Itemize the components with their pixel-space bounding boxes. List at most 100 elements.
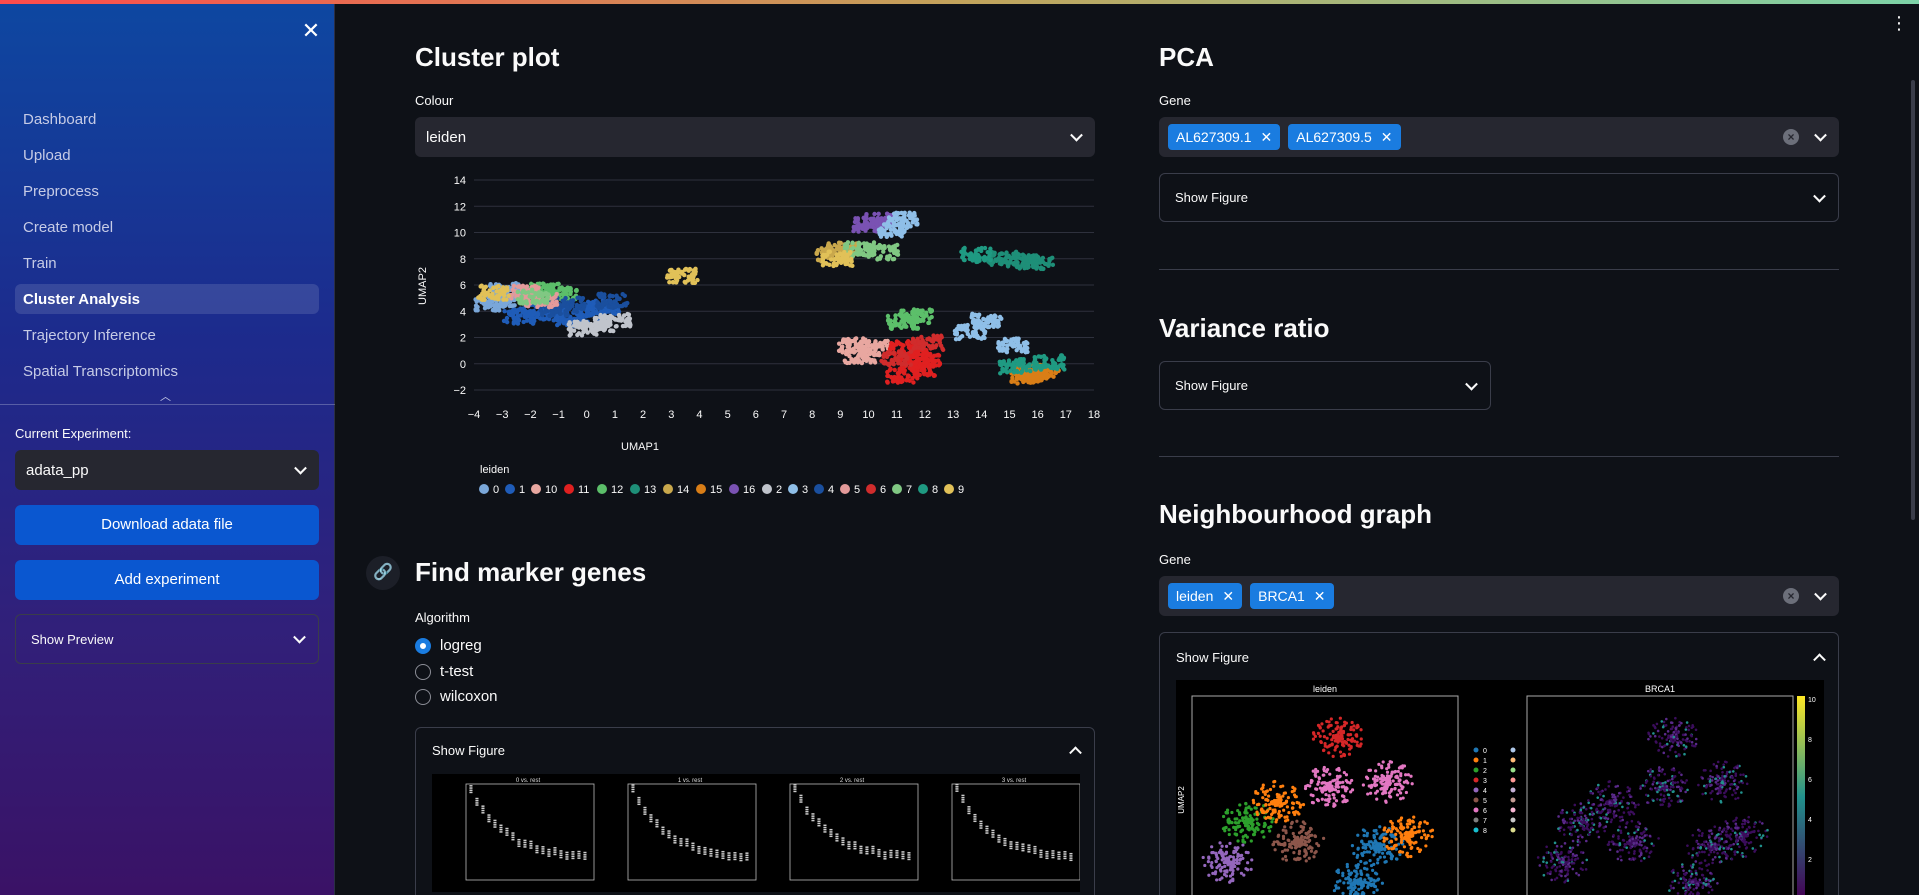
- neigh-point: [1395, 793, 1400, 797]
- data-point: [574, 287, 579, 293]
- neigh-point: [1344, 779, 1348, 783]
- colour-select[interactable]: leiden: [415, 117, 1095, 157]
- neigh-point: [1652, 732, 1655, 735]
- neighbourhood-gene-multiselect[interactable]: leiden ✕ BRCA1 ✕ ×: [1159, 576, 1839, 616]
- sidebar-item-preprocess[interactable]: Preprocess: [15, 176, 319, 206]
- neigh-point: [1382, 828, 1386, 832]
- data-point: [891, 362, 896, 367]
- data-point: [863, 343, 869, 349]
- data-point: [1019, 370, 1024, 375]
- y-tick-label: 4: [460, 306, 466, 318]
- neigh-point: [1370, 784, 1374, 788]
- variance-figure-expander[interactable]: Show Figure: [1159, 361, 1491, 410]
- chip-leiden[interactable]: leiden ✕: [1168, 583, 1243, 609]
- data-point: [996, 323, 1002, 329]
- show-preview-label: Show Preview: [31, 631, 114, 647]
- data-point: [877, 343, 882, 348]
- neigh-point: [1360, 852, 1364, 857]
- neigh-point: [1233, 817, 1237, 821]
- chip-brca1[interactable]: BRCA1 ✕: [1250, 583, 1334, 609]
- legend-label: 11: [578, 484, 589, 496]
- remove-chip-icon[interactable]: ✕: [1222, 588, 1234, 605]
- neigh-point: [1647, 737, 1650, 741]
- find-marker-genes-title: Find marker genes: [415, 557, 647, 587]
- neigh-point: [1674, 716, 1677, 720]
- neigh-point: [1666, 793, 1670, 796]
- sidebar-item-spatial-transcriptomics[interactable]: Spatial Transcriptomics: [15, 356, 319, 386]
- radio-t-test[interactable]: t-test: [415, 663, 473, 680]
- experiment-select[interactable]: adata_pp: [15, 450, 319, 490]
- neigh-point: [1374, 783, 1379, 787]
- sidebar-item-dashboard[interactable]: Dashboard: [15, 104, 319, 134]
- radio-logreg[interactable]: logreg: [415, 637, 482, 654]
- neigh-point: [1301, 820, 1305, 824]
- neigh-point: [1331, 793, 1335, 797]
- neigh-point: [1252, 828, 1257, 833]
- pca-gene-multiselect[interactable]: AL627309.1 ✕ AL627309.5 ✕ ×: [1159, 117, 1839, 157]
- umap-cluster-chart: −202468101214 −4 −3 −2 −1 0 1 2 3 4 5 6 7 8 9 10 11 12 13…: [417, 175, 1100, 496]
- neigh-point: [1355, 855, 1359, 859]
- scrollbar[interactable]: [1911, 80, 1915, 520]
- add-experiment-button[interactable]: Add experiment: [15, 560, 319, 600]
- remove-chip-icon[interactable]: ✕: [1314, 588, 1326, 605]
- sidebar-item-cluster-analysis[interactable]: Cluster Analysis: [15, 284, 319, 314]
- data-point: [606, 304, 611, 309]
- link-anchor-icon[interactable]: 🔗: [366, 556, 400, 590]
- show-preview-expander[interactable]: Show Preview: [15, 614, 319, 664]
- neigh-point: [1338, 750, 1343, 754]
- close-sidebar-icon[interactable]: ✕: [298, 18, 324, 44]
- neigh-point: [1342, 881, 1346, 885]
- y-tick-labels: −202468101214: [453, 175, 466, 397]
- data-point: [668, 267, 673, 273]
- neighbourhood-graph-title: Neighbourhood graph: [1159, 499, 1432, 529]
- data-point: [931, 335, 937, 340]
- neigh-point: [1676, 737, 1679, 741]
- chevron-down-icon[interactable]: [1814, 587, 1827, 601]
- neigh-point: [1680, 779, 1683, 782]
- neigh-point: [1310, 800, 1314, 805]
- pca-figure-expander[interactable]: Show Figure: [1159, 173, 1839, 222]
- clear-all-icon[interactable]: ×: [1783, 588, 1799, 604]
- clear-all-icon[interactable]: ×: [1783, 129, 1799, 145]
- neigh-point: [1214, 853, 1218, 857]
- neighbourhood-figure-expander[interactable]: Show Figure leiden BRCA1 UMAP2 012345678…: [1159, 632, 1839, 895]
- chevron-down-icon[interactable]: [1814, 128, 1827, 142]
- neigh-point: [1210, 845, 1214, 849]
- marker-figure-expander[interactable]: Show Figure 0 vs. rest ▮▮▮▮ ▮▮▮▮ ▮▮▮▮ ▮▮▮▮ ▮▮…: [415, 727, 1095, 895]
- marker-gene-label: ▮▮▮▮: [492, 819, 497, 828]
- data-point: [693, 266, 698, 272]
- chip-al627309-1[interactable]: AL627309.1 ✕: [1168, 124, 1281, 150]
- data-point: [1004, 255, 1010, 260]
- marker-show-figure-label: Show Figure: [432, 742, 505, 758]
- neigh-point: [1235, 861, 1239, 865]
- neigh-point: [1400, 850, 1405, 854]
- neigh-point: [1345, 865, 1349, 869]
- data-point: [502, 303, 508, 308]
- neigh-point: [1409, 854, 1413, 859]
- chip-al627309-5[interactable]: AL627309.5 ✕: [1288, 124, 1401, 150]
- remove-chip-icon[interactable]: ✕: [1261, 129, 1273, 146]
- radio-wilcoxon[interactable]: wilcoxon: [415, 688, 498, 705]
- neigh-point: [1401, 796, 1405, 800]
- download-adata-button[interactable]: Download adata file: [15, 505, 319, 545]
- collapse-nav-icon[interactable]: ︿: [160, 388, 171, 404]
- data-point: [887, 361, 892, 366]
- neigh-point: [1391, 846, 1396, 850]
- cluster-plot-title: Cluster plot: [415, 42, 560, 72]
- neigh-point: [1236, 839, 1240, 843]
- marker-gene-label: ▮▮▮▮: [870, 846, 875, 855]
- remove-chip-icon[interactable]: ✕: [1381, 129, 1393, 146]
- data-point: [1015, 263, 1021, 268]
- sidebar-item-trajectory-inference[interactable]: Trajectory Inference: [15, 320, 319, 350]
- sidebar-item-create-model[interactable]: Create model: [15, 212, 319, 242]
- legend-marker: [814, 484, 824, 494]
- chevron-down-icon[interactable]: [1070, 128, 1083, 142]
- sidebar-item-train[interactable]: Train: [15, 248, 319, 278]
- data-point: [888, 346, 893, 351]
- x-axis-label: UMAP1: [621, 441, 659, 453]
- neigh-point: [1229, 879, 1233, 883]
- main-menu-icon[interactable]: ⋮: [1890, 14, 1908, 32]
- marker-gene-label: ▮▮▮▮: [1038, 849, 1043, 858]
- sidebar-item-upload[interactable]: Upload: [15, 140, 319, 170]
- data-point: [865, 222, 870, 227]
